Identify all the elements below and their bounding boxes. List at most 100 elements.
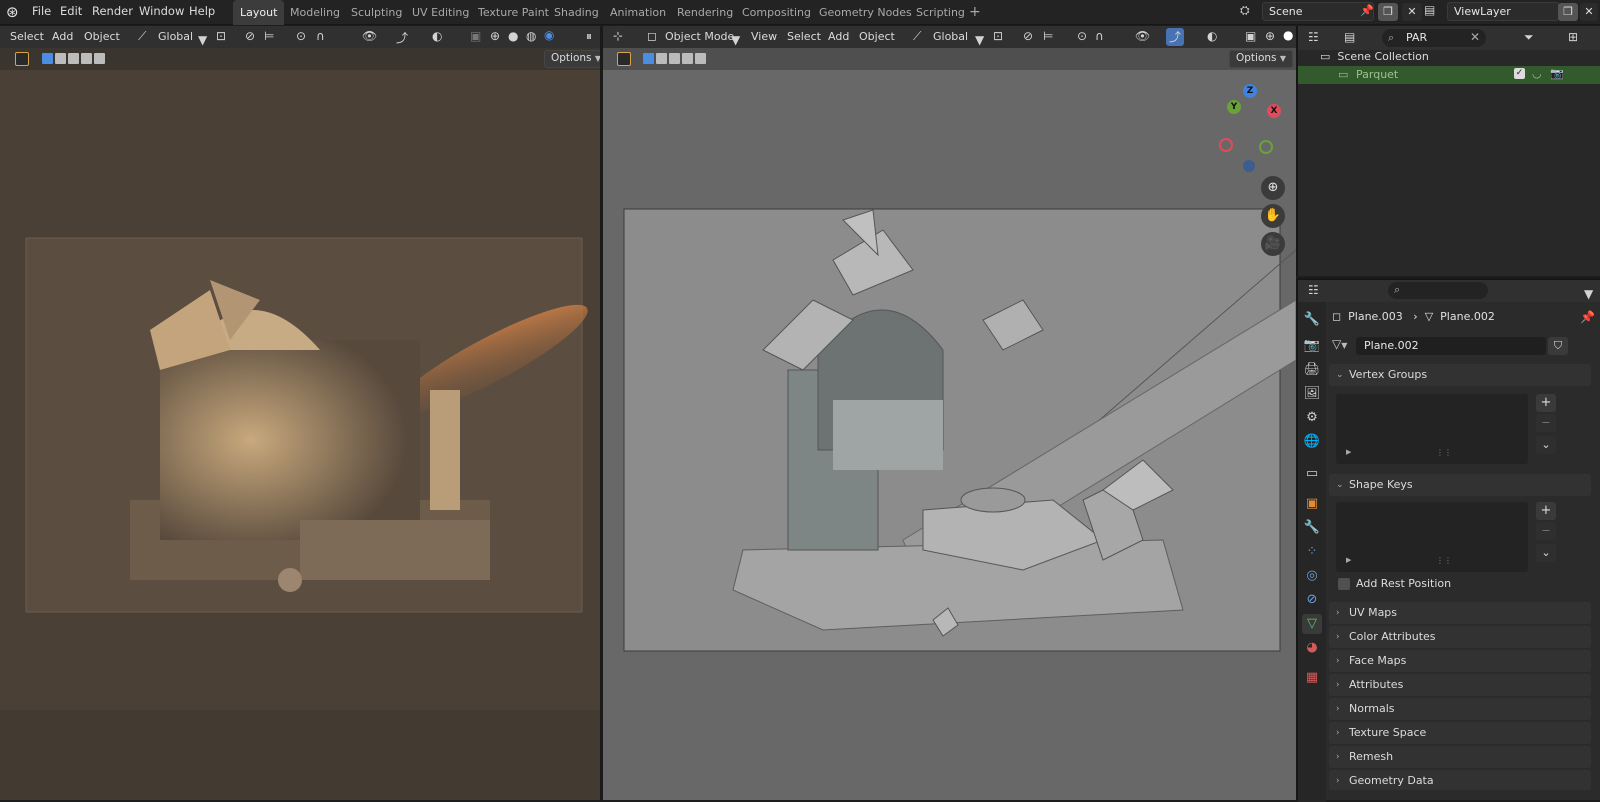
wireframe-shading-icon[interactable]: ⊕ — [490, 29, 500, 43]
remove-shape-key-icon[interactable]: − — [1536, 522, 1556, 540]
rendered-shading-icon[interactable]: ◉ — [544, 28, 554, 42]
pivot-point-icon[interactable]: ⊡ — [216, 29, 226, 43]
pivot-point-icon[interactable]: ⊡ — [993, 29, 1003, 43]
color-attributes-panel[interactable]: › Color Attributes — [1329, 626, 1591, 648]
left-viewport[interactable]: Select Add Object ⟋ Global ▼ ⊡ ⊘ ⊨ ⊙ ∩ 👁… — [0, 26, 612, 800]
tab-rendering[interactable]: Rendering — [670, 0, 740, 25]
render-tab-icon[interactable]: 📷 — [1302, 336, 1322, 356]
menu-render[interactable]: Render — [92, 4, 133, 18]
solid-shading-icon[interactable]: ● — [1283, 28, 1293, 42]
data-name-field[interactable]: Plane.002 — [1356, 337, 1546, 355]
left-orientation-dropdown[interactable]: Global — [158, 30, 193, 43]
tab-sculpting[interactable]: Sculpting — [344, 0, 409, 25]
hide-icon[interactable]: ◡ — [1532, 67, 1542, 80]
editor-type-icon[interactable]: ⊹ — [613, 29, 623, 43]
pause-render-icon[interactable]: ⏸ — [586, 29, 592, 44]
right-orientation-dropdown[interactable]: Global — [933, 30, 968, 43]
tab-compositing[interactable]: Compositing — [735, 0, 818, 25]
scene-tab-icon[interactable]: ⚙ — [1302, 408, 1322, 428]
object-tab-icon[interactable]: ▣ — [1302, 494, 1322, 514]
chevron-down-icon[interactable]: ▼ — [1584, 287, 1593, 301]
remove-vertex-group-icon[interactable]: − — [1536, 414, 1556, 432]
editor-type-icon[interactable]: ☷ — [1308, 30, 1319, 44]
outliner-item-parquet[interactable]: ▭ Parquet ✓ ◡ 📷 — [1298, 66, 1600, 84]
vertex-group-specials-icon[interactable]: ⌄ — [1536, 436, 1556, 454]
properties-search-input[interactable]: ⌕ — [1388, 282, 1488, 299]
left-menu-select[interactable]: Select — [10, 30, 44, 43]
axis-y-icon[interactable]: Y — [1227, 100, 1241, 114]
list-expand-icon[interactable]: ▶ — [1346, 556, 1351, 564]
right-options-button[interactable]: Options ▼ — [1229, 50, 1294, 68]
tab-shading[interactable]: Shading — [547, 0, 606, 25]
mode-dropdown[interactable]: Object Mode — [665, 30, 734, 43]
world-tab-icon[interactable]: 🌐 — [1302, 432, 1322, 452]
menu-window[interactable]: Window — [139, 4, 184, 18]
select-mode-icons[interactable] — [42, 53, 107, 67]
menu-edit[interactable]: Edit — [60, 4, 82, 18]
data-tab-icon[interactable]: ▽ — [1302, 614, 1322, 634]
overlay-icon[interactable]: ◐ — [432, 29, 442, 43]
list-resize-handle[interactable]: ⋮⋮ — [1436, 556, 1452, 565]
wireframe-shading-icon[interactable]: ⊕ — [1265, 29, 1275, 43]
render-camera-icon[interactable]: 📷 — [1550, 67, 1564, 80]
right-menu-select[interactable]: Select — [787, 30, 821, 43]
viewlayer-icon[interactable]: ▤ — [1424, 3, 1435, 17]
tab-modeling[interactable]: Modeling — [283, 0, 347, 25]
xray-icon[interactable]: ▣ — [1245, 29, 1256, 43]
view-layer-tab-icon[interactable]: 🖼 — [1302, 384, 1322, 404]
tab-texture-paint[interactable]: Texture Paint — [471, 0, 556, 25]
axis-neg-y-icon[interactable] — [1259, 140, 1273, 154]
snap-icon[interactable]: ⊘ — [1023, 29, 1033, 43]
list-expand-icon[interactable]: ▶ — [1346, 448, 1351, 456]
falloff-icon[interactable]: ∩ — [316, 29, 325, 43]
visibility-icon[interactable]: 👁 — [1135, 29, 1150, 43]
pin-icon[interactable]: 📌 — [1580, 310, 1595, 324]
blender-logo-icon[interactable]: ⊛ — [6, 3, 24, 21]
face-maps-panel[interactable]: › Face Maps — [1329, 650, 1591, 672]
axis-z-icon[interactable]: Z — [1243, 84, 1257, 98]
gizmo-icon[interactable]: ⤴ — [396, 29, 408, 46]
remesh-panel[interactable]: › Remesh — [1329, 746, 1591, 768]
left-options-button[interactable]: Options ▼ — [544, 50, 609, 68]
proportional-edit-icon[interactable]: ⊙ — [1077, 29, 1087, 43]
remove-viewlayer-icon[interactable]: ✕ — [1580, 3, 1598, 21]
filter-icon[interactable]: ⏷ — [1524, 30, 1534, 45]
visibility-icon[interactable]: 👁 — [362, 29, 377, 43]
constraints-tab-icon[interactable]: ⊘ — [1302, 590, 1322, 610]
remove-scene-icon[interactable]: ✕ — [1402, 3, 1422, 21]
new-viewlayer-icon[interactable]: ❐ — [1558, 3, 1578, 21]
output-tab-icon[interactable]: 🖨 — [1302, 360, 1322, 380]
scene-icon[interactable]: ⛭ — [1240, 3, 1250, 18]
editor-type-icon[interactable]: ☷ — [1308, 283, 1319, 297]
tab-layout[interactable]: Layout — [233, 0, 285, 25]
axis-neg-z-icon[interactable] — [1243, 160, 1255, 172]
material-shading-icon[interactable]: ◍ — [526, 29, 536, 43]
collection-tab-icon[interactable]: ▭ — [1302, 464, 1322, 484]
new-collection-icon[interactable]: ⊞ — [1568, 30, 1578, 44]
vertex-groups-list[interactable]: ▶ ⋮⋮ — [1336, 394, 1528, 464]
right-menu-add[interactable]: Add — [828, 30, 849, 43]
camera-view-icon[interactable]: 🎥 — [1261, 232, 1285, 256]
add-workspace-button[interactable]: + — [962, 0, 988, 25]
right-menu-object[interactable]: Object — [859, 30, 895, 43]
texture-tab-icon[interactable]: ▦ — [1302, 668, 1322, 688]
menu-help[interactable]: Help — [189, 4, 215, 18]
shape-key-specials-icon[interactable]: ⌄ — [1536, 544, 1556, 562]
falloff-icon[interactable]: ∩ — [1095, 29, 1104, 43]
scene-selector[interactable]: Scene — [1262, 2, 1374, 21]
select-tool-icon[interactable] — [617, 52, 631, 66]
tool-tab-icon[interactable]: 🔧 — [1302, 310, 1322, 330]
clear-search-icon[interactable]: ✕ — [1470, 30, 1480, 44]
texture-space-panel[interactable]: › Texture Space — [1329, 722, 1591, 744]
overlay-icon[interactable]: ◐ — [1207, 29, 1217, 43]
mesh-browse-icon[interactable]: ▽▼ — [1332, 337, 1347, 351]
modifier-tab-icon[interactable]: 🔧 — [1302, 518, 1322, 538]
exclude-checkbox[interactable]: ✓ — [1514, 68, 1525, 79]
material-tab-icon[interactable]: ◕ — [1302, 638, 1322, 658]
normals-panel[interactable]: › Normals — [1329, 698, 1591, 720]
select-tool-icon[interactable] — [15, 52, 29, 66]
zoom-icon[interactable]: ⊕ — [1261, 176, 1285, 200]
select-mode-icons[interactable] — [643, 53, 708, 67]
shape-keys-list[interactable]: ▶ ⋮⋮ — [1336, 502, 1528, 572]
axis-neg-x-icon[interactable] — [1219, 138, 1233, 152]
